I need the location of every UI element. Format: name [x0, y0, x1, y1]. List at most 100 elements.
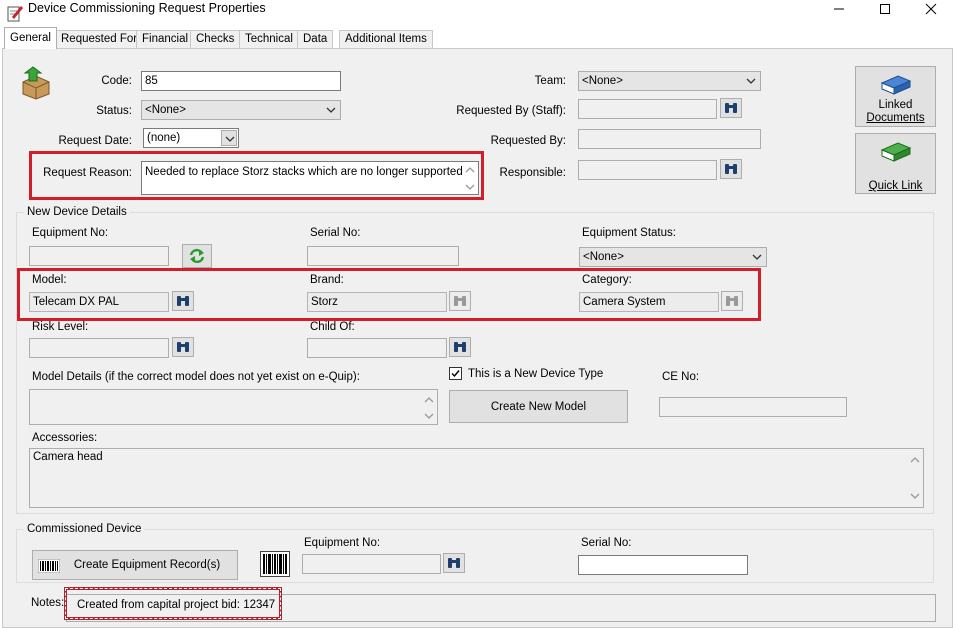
maximize-button[interactable] [862, 0, 908, 18]
request-reason-field[interactable]: Needed to replace Storz stacks which are… [141, 161, 479, 195]
quick-link-label: Quick Link [868, 180, 923, 192]
child-of-field[interactable] [307, 338, 447, 358]
requested-by-label: Requested By: [490, 135, 566, 147]
requested-by-field[interactable] [578, 129, 761, 149]
binoculars-icon [177, 342, 189, 352]
request-reason-value: Needed to replace Storz stacks which are… [145, 166, 463, 178]
category-lookup[interactable] [721, 291, 743, 311]
requested-by-staff-label: Requested By (Staff): [456, 105, 566, 117]
new-device-type-label: This is a New Device Type [468, 368, 604, 380]
commissioned-serial-no-field[interactable] [578, 555, 748, 575]
code-field[interactable]: 85 [141, 71, 341, 91]
tab-requested-for[interactable]: Requested For [55, 30, 144, 48]
create-equipment-record-label: Create Equipment Record(s) [73, 559, 221, 571]
new-device-details-title: New Device Details [24, 205, 130, 219]
tab-data[interactable]: Data [297, 30, 334, 48]
request-date-label: Request Date: [58, 135, 132, 147]
scroll-down-icon[interactable] [424, 412, 434, 420]
scroll-up-icon[interactable] [910, 456, 920, 464]
serial-no-field[interactable] [307, 246, 459, 266]
binoculars-icon [448, 558, 460, 568]
equipment-no-field[interactable] [29, 246, 169, 266]
requested-by-staff-lookup[interactable] [720, 98, 742, 118]
tab-additional-items[interactable]: Additional Items [339, 30, 433, 48]
brand-label: Brand: [310, 274, 344, 286]
category-label: Category: [582, 274, 632, 286]
accessories-value: Camera head [33, 451, 103, 463]
equipment-status-value: <None> [583, 251, 624, 263]
binoculars-icon [454, 296, 466, 306]
accessories-label: Accessories: [32, 432, 98, 444]
tab-financial[interactable]: Financial [136, 30, 195, 48]
model-lookup[interactable] [172, 291, 194, 311]
risk-level-lookup[interactable] [172, 337, 194, 357]
scroll-down-icon[interactable] [910, 492, 920, 500]
ce-no-field[interactable] [659, 397, 847, 417]
brand-lookup[interactable] [449, 291, 471, 311]
tab-checks[interactable]: Checks [190, 30, 241, 48]
model-label: Model: [32, 274, 67, 286]
open-box-arrow-icon [22, 66, 50, 100]
status-select[interactable]: <None> [141, 100, 341, 120]
request-date-picker[interactable]: (none) [143, 128, 239, 148]
request-reason-label: Request Reason: [43, 167, 132, 179]
binoculars-icon [177, 296, 189, 306]
commissioned-equipment-no-label: Equipment No: [304, 537, 381, 549]
barcode-icon[interactable] [260, 551, 290, 577]
child-of-lookup[interactable] [449, 337, 471, 357]
pencil-document-icon [7, 6, 23, 22]
binoculars-icon [726, 296, 738, 306]
minimize-icon [834, 8, 844, 10]
create-equipment-record-button[interactable]: Create Equipment Record(s) [32, 550, 238, 580]
scroll-up-icon[interactable] [424, 396, 434, 404]
commissioned-equipment-lookup[interactable] [443, 553, 465, 573]
checkmark-icon [451, 370, 460, 378]
risk-level-field[interactable] [29, 338, 169, 358]
new-device-type-checkbox[interactable] [449, 367, 462, 380]
linked-documents-button[interactable]: Linked Documents [855, 66, 936, 127]
ce-no-label: CE No: [662, 371, 700, 383]
chevron-down-icon [326, 107, 336, 113]
chevron-down-icon [746, 78, 756, 84]
requested-by-staff-field[interactable] [578, 99, 717, 119]
category-field[interactable]: Camera System [579, 292, 719, 312]
green-refresh-icon [189, 248, 205, 264]
code-label: Code: [101, 75, 132, 87]
title-bar: Device Commissioning Request Properties [0, 0, 955, 27]
status-label: Status: [96, 105, 132, 117]
quick-link-button[interactable]: Quick Link [855, 133, 936, 194]
barcode-icon [38, 559, 60, 573]
equipment-status-select[interactable]: <None> [579, 247, 767, 267]
request-date-value: (none) [147, 132, 181, 144]
team-select[interactable]: <None> [578, 71, 761, 91]
close-button[interactable] [908, 0, 954, 18]
binoculars-icon [454, 342, 466, 352]
minimize-button[interactable] [816, 0, 862, 18]
child-of-label: Child Of: [310, 321, 355, 333]
create-new-model-button[interactable]: Create New Model [449, 390, 628, 423]
commissioned-equipment-no-field[interactable] [302, 554, 441, 574]
equipment-no-label: Equipment No: [32, 227, 109, 239]
model-details-field[interactable] [29, 389, 438, 425]
date-dropdown-button[interactable] [221, 130, 237, 146]
chevron-down-icon [752, 254, 762, 260]
equipment-status-label: Equipment Status: [582, 227, 676, 239]
tab-general[interactable]: General [4, 27, 57, 49]
blue-book-icon [880, 75, 912, 95]
chevron-down-icon [225, 136, 235, 142]
brand-field[interactable]: Storz [307, 292, 447, 312]
maximize-icon [880, 4, 890, 14]
tab-technical[interactable]: Technical [239, 30, 299, 48]
scroll-down-icon[interactable] [465, 183, 475, 191]
accessories-field[interactable]: Camera head [29, 448, 924, 508]
team-select-value: <None> [582, 75, 623, 87]
binoculars-icon [725, 164, 737, 174]
responsible-field[interactable] [578, 160, 717, 180]
notes-label: Notes: [31, 597, 65, 609]
commissioned-serial-no-label: Serial No: [581, 537, 632, 549]
model-details-label: Model Details (if the correct model does… [32, 371, 360, 383]
responsible-lookup[interactable] [720, 159, 742, 179]
risk-level-label: Risk Level: [32, 321, 89, 333]
model-field[interactable]: Telecam DX PAL [29, 292, 169, 312]
refresh-button[interactable] [182, 244, 212, 268]
